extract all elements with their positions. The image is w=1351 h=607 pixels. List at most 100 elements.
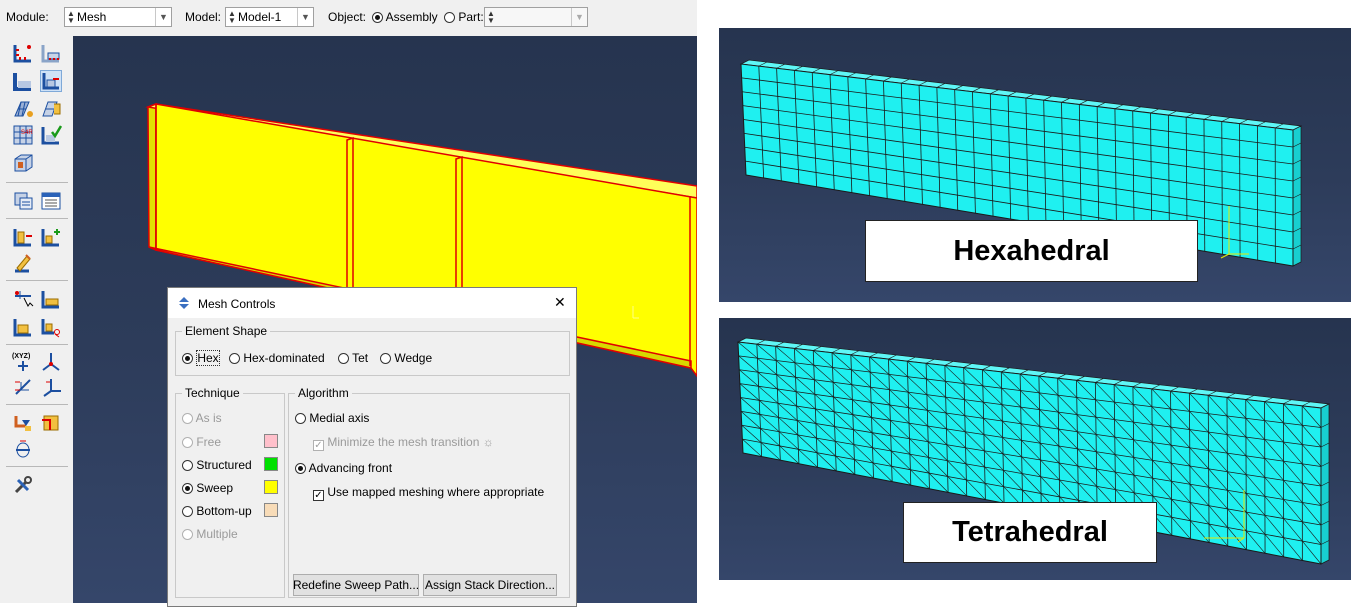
create-mesh-part-icon[interactable] [40,226,62,248]
toolbox-divider [6,466,68,467]
datum-csys-icon[interactable] [40,376,62,398]
structured-radio[interactable]: Structured [182,458,252,472]
bottom-up-radio[interactable]: Bottom-up [182,504,252,518]
radio-icon[interactable] [444,12,455,23]
hex-radio[interactable]: Hex [182,351,220,365]
chevron-down-icon[interactable]: ▼ [571,8,587,26]
free-label: Free [196,435,221,449]
algorithm-group: Algorithm Medial axis ✓ Minimize the mes… [288,393,570,598]
module-combo[interactable]: ▲▼ Mesh ▼ [64,7,172,27]
radio-icon[interactable] [372,12,383,23]
mesh-part-icon[interactable]: S4R [12,124,34,146]
radio-icon[interactable] [338,353,349,364]
radio-icon[interactable] [182,460,193,471]
datum-point-icon[interactable]: (XYZ) [12,350,34,372]
assembly-radio[interactable]: Assembly [372,10,438,24]
verify-mesh-icon[interactable] [40,124,62,146]
datum-axis-icon[interactable] [40,350,62,372]
sweep-radio[interactable]: Sweep [182,481,233,495]
toolbox-divider [6,344,68,345]
virtual-topology-icon[interactable] [12,288,34,310]
tools-settings-icon[interactable] [12,474,34,496]
svg-text:(XYZ): (XYZ) [12,353,30,360]
technique-title: Technique [182,386,243,400]
radio-icon[interactable] [182,437,193,448]
sweep-label: Sweep [196,481,233,495]
assign-stack-icon[interactable] [12,412,34,434]
checkbox-icon[interactable]: ✓ [313,440,324,451]
structured-color-swatch [264,457,278,471]
radio-icon[interactable] [380,353,391,364]
combine-faces-icon[interactable] [12,316,34,338]
module-label: Module: [6,10,49,24]
toolbox-divider [6,404,68,405]
free-color-swatch [264,434,278,448]
radio-icon[interactable] [182,413,193,424]
bottom-up-label: Bottom-up [196,504,251,518]
hex-label: Hex [196,350,219,366]
redefine-sweep-path-button[interactable]: Redefine Sweep Path... [293,574,419,596]
wedge-radio[interactable]: Wedge [380,351,432,365]
assign-element-type-icon[interactable] [40,98,62,120]
part-radio[interactable]: Part: [444,10,484,24]
chevron-down-icon[interactable]: ▼ [155,8,171,26]
toolbox-divider [6,218,68,219]
sweep-path-icon[interactable] [40,412,62,434]
mesh-controls-dialog: Mesh Controls ✕ Element Shape Hex Hex-do… [167,287,577,607]
seed-part-instance-icon[interactable] [12,70,34,92]
seed-part-icon[interactable] [12,42,34,64]
dialog-title: Mesh Controls [198,297,275,311]
module-value: Mesh [77,10,106,24]
model-label: Model: [185,10,221,24]
query-mesh-icon[interactable] [12,190,34,212]
tetrahedral-label: Tetrahedral [903,502,1157,563]
medial-axis-label: Medial axis [309,411,369,425]
close-icon[interactable]: ✕ [554,294,566,311]
mesh-controls-icon[interactable] [12,98,34,120]
part-combo[interactable]: ▲▼ ▼ [484,7,588,27]
radio-icon[interactable] [295,463,306,474]
delete-mesh-icon[interactable] [12,252,34,274]
object-label: Object: [328,10,366,24]
spin-icon: ▲▼ [228,10,235,24]
partition-cell-icon[interactable] [12,152,34,174]
radio-icon[interactable] [229,353,240,364]
radio-icon[interactable] [182,483,193,494]
edit-mesh-icon[interactable] [12,226,34,248]
free-radio[interactable]: Free [182,435,221,449]
advancing-front-radio[interactable]: Advancing front [295,461,392,475]
seed-edge-biased-icon[interactable] [40,70,62,92]
feature-edge-icon[interactable] [12,438,34,460]
seed-edge-icon[interactable] [40,42,62,64]
hex-dominated-radio[interactable]: Hex-dominated [229,351,325,365]
model-combo[interactable]: ▲▼ Model-1 ▼ [225,7,314,27]
minimize-transition-checkbox[interactable]: ✓ Minimize the mesh transition ☼ [313,435,494,451]
radio-icon[interactable] [182,529,193,540]
datum-plane-icon[interactable] [12,376,34,398]
spin-icon: ▲▼ [67,10,74,24]
assembly-radio-label: Assembly [386,10,438,24]
repair-geometry-icon[interactable] [40,288,62,310]
split-edge-icon[interactable] [40,316,62,338]
radio-icon[interactable] [182,353,193,364]
multiple-radio[interactable]: Multiple [182,527,238,541]
multiple-label: Multiple [196,527,237,541]
medial-axis-radio[interactable]: Medial axis [295,411,369,425]
chevron-down-icon[interactable]: ▼ [297,8,313,26]
mapped-meshing-checkbox[interactable]: ✓ Use mapped meshing where appropriate [313,485,544,501]
radio-icon[interactable] [295,413,306,424]
advancing-front-label: Advancing front [309,461,392,475]
assign-stack-direction-button[interactable]: Assign Stack Direction... [423,574,557,596]
wedge-label: Wedge [394,351,432,365]
tet-radio[interactable]: Tet [338,351,368,365]
technique-group: Technique As is Free Structured Sweep Bo… [175,393,285,598]
toolbox-divider [6,280,68,281]
minimize-transition-label: Minimize the mesh transition [327,435,479,449]
mesh-module-manager-icon[interactable] [40,190,62,212]
lightbulb-icon: ☼ [483,435,494,449]
radio-icon[interactable] [182,506,193,517]
as-is-radio[interactable]: As is [182,411,222,425]
mapped-meshing-label: Use mapped meshing where appropriate [327,485,544,499]
checkbox-icon[interactable]: ✓ [313,490,324,501]
dialog-title-bar: Mesh Controls ✕ [168,288,576,318]
